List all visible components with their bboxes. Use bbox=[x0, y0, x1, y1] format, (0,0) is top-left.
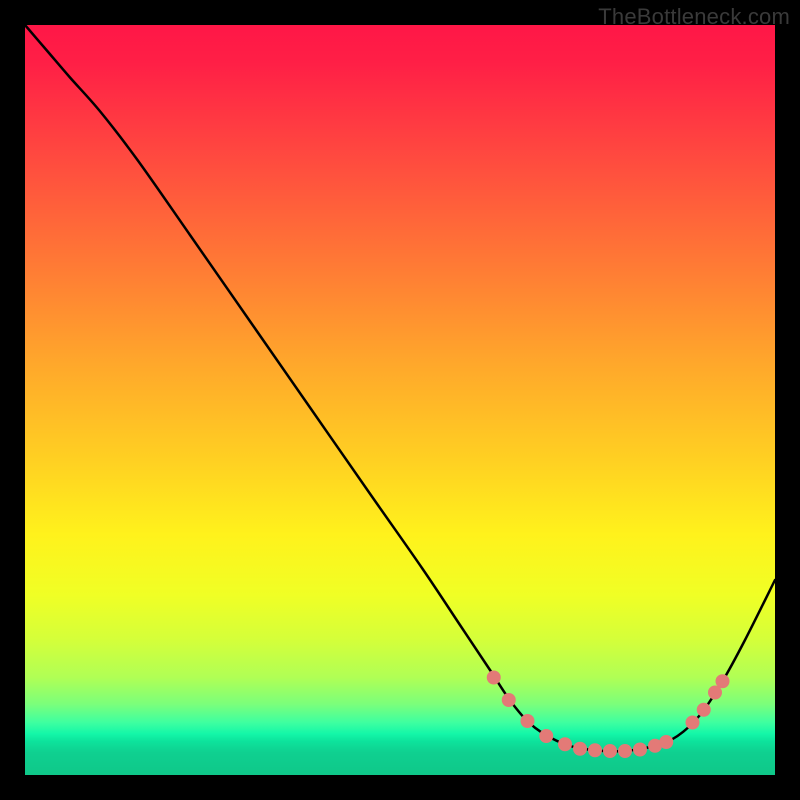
curve-layer bbox=[25, 25, 775, 775]
data-marker bbox=[589, 744, 602, 757]
data-marker bbox=[559, 738, 572, 751]
data-marker bbox=[604, 745, 617, 758]
data-marker bbox=[540, 730, 553, 743]
data-marker bbox=[619, 745, 632, 758]
data-marker bbox=[487, 671, 500, 684]
data-marker bbox=[697, 703, 710, 716]
marker-group bbox=[487, 671, 729, 758]
plot-area bbox=[25, 25, 775, 775]
data-marker bbox=[502, 694, 515, 707]
main-curve bbox=[25, 25, 775, 751]
data-marker bbox=[716, 675, 729, 688]
data-marker bbox=[521, 715, 534, 728]
chart-stage: { "watermark": "TheBottleneck.com", "col… bbox=[0, 0, 800, 800]
data-marker bbox=[709, 686, 722, 699]
data-marker bbox=[574, 742, 587, 755]
data-marker bbox=[686, 716, 699, 729]
data-marker bbox=[660, 736, 673, 749]
plot-frame bbox=[25, 25, 775, 775]
data-marker bbox=[634, 743, 647, 756]
